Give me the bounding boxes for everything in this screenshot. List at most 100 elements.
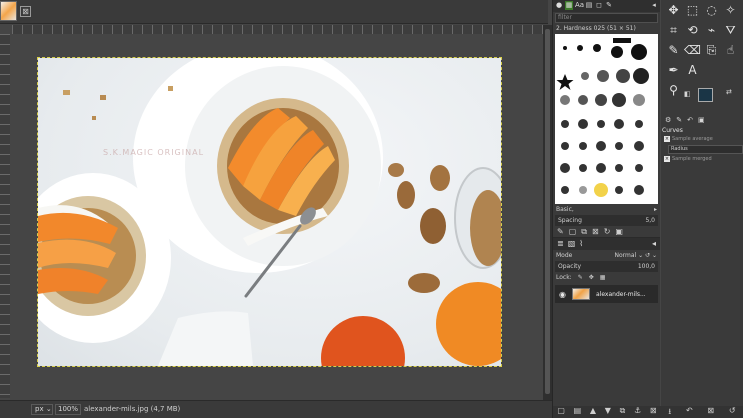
pattern-tab-icon[interactable]: ▦ — [565, 1, 573, 10]
undo-history-tab-icon[interactable]: ↶ — [687, 116, 693, 127]
duplicate-layer-icon[interactable]: ⧉ — [620, 406, 626, 418]
visibility-eye-icon[interactable]: ◉ — [559, 290, 566, 299]
paths-tab-icon[interactable]: ⌇ — [579, 239, 583, 249]
tool-options-tab-icon[interactable]: ⚙ — [665, 116, 671, 127]
opacity-row[interactable]: Opacity 100,0 — [555, 261, 658, 272]
close-icon[interactable]: ⊠ — [20, 6, 31, 17]
image-tab-bar: ⊠ — [0, 0, 548, 24]
vertical-ruler — [0, 34, 10, 398]
food-photo-illustration — [38, 58, 501, 366]
raise-layer-icon[interactable]: ▲ — [590, 406, 596, 418]
reset-options-icon[interactable]: ↺ — [729, 406, 736, 418]
brush-delete-icon[interactable]: ⊠ — [592, 227, 599, 236]
tool-options-title: Curves — [662, 127, 683, 134]
new-group-icon[interactable]: ▤ — [574, 406, 582, 418]
scrollbar-thumb[interactable] — [545, 29, 550, 394]
text-tool-icon[interactable]: A — [684, 62, 701, 79]
layer-row[interactable]: ◉ alexander-mils... — [555, 285, 658, 303]
bucket-fill-tool-icon[interactable]: ⛛ — [722, 22, 739, 39]
tool-options-action-row: ⭳ ↶ ⊠ ↺ — [661, 406, 743, 418]
file-info: alexander-mils.jpg (4,7 MB) — [84, 405, 181, 413]
brush-open-icon[interactable]: ▣ — [615, 227, 623, 236]
lock-alpha-icon[interactable]: ▦ — [600, 274, 606, 281]
clone-tool-icon[interactable]: ⎘ — [703, 42, 720, 59]
fuzzy-select-tool-icon[interactable]: ✧ — [722, 2, 739, 19]
spacing-value[interactable]: 5,0 — [645, 217, 655, 224]
image-canvas[interactable]: S.K.MAGIC ORIGINAL — [37, 57, 502, 367]
image-tab-thumbnail[interactable] — [0, 1, 17, 21]
toolbox: ✥ ⬚ ◌ ✧ ⌗ ⟲ ⌁ ⛛ ✎ ⌫ ⎘ ☝ ✒ A ⚲ ◧ ⇄ — [661, 0, 743, 418]
layers-action-row: ▢ ▤ ▲ ▼ ⧉ ⚓ ⊠ — [553, 406, 661, 418]
anchor-layer-icon[interactable]: ⚓ — [634, 406, 641, 418]
swap-colors-icon[interactable]: ⇄ — [726, 88, 732, 96]
delete-options-icon[interactable]: ⊠ — [707, 406, 714, 418]
spacing-label: Spacing — [558, 217, 582, 224]
layer-mode-row[interactable]: Mode Normal ⌄ ↺ ⌄ — [553, 250, 660, 261]
move-tool-icon[interactable]: ✥ — [665, 2, 682, 19]
brush-filter-field[interactable]: filter — [555, 13, 658, 23]
channels-tab-icon[interactable]: ▧ — [568, 239, 576, 249]
tool-grid: ✥ ⬚ ◌ ✧ ⌗ ⟲ ⌁ ⛛ ✎ ⌫ ⎘ ☝ ✒ A ⚲ — [665, 2, 741, 99]
sample-merged-option[interactable]: × Sample merged — [664, 156, 712, 162]
brush-tab-icon[interactable]: ● — [555, 1, 563, 10]
brush-refresh-icon[interactable]: ↻ — [604, 227, 611, 236]
dock-menu-icon[interactable]: ◂ — [650, 1, 658, 10]
mode-select[interactable]: Normal ⌄ ↺ ⌄ — [614, 252, 657, 259]
layers-menu-icon[interactable]: ◂ — [652, 239, 656, 249]
font-tab-icon[interactable]: Aa — [575, 1, 584, 10]
layer-name[interactable]: alexander-mils... — [596, 291, 646, 298]
brush-grid[interactable] — [555, 34, 658, 204]
lock-position-icon[interactable]: ✥ — [589, 274, 594, 281]
brush-swatches — [556, 38, 649, 197]
paintbrush-tool-icon[interactable]: ✎ — [665, 42, 682, 59]
rect-select-tool-icon[interactable]: ⬚ — [684, 2, 701, 19]
preset-expand-icon[interactable]: ▸ — [654, 206, 657, 213]
path-tool-icon[interactable]: ✒ — [665, 62, 682, 79]
vertical-scrollbar[interactable] — [543, 25, 552, 400]
opacity-label: Opacity — [558, 263, 582, 270]
unit-select[interactable]: px ⌄ — [31, 404, 53, 415]
history-tab-icon[interactable]: ◻ — [595, 1, 603, 10]
device-status-tab-icon[interactable]: ✎ — [676, 116, 682, 127]
smudge-tool-icon[interactable]: ☝ — [722, 42, 739, 59]
eraser-tool-icon[interactable]: ⌫ — [684, 42, 701, 59]
sample-merged-checkbox[interactable]: × — [664, 156, 670, 162]
tool-options-tabs: ⚙ ✎ ↶ ▣ — [662, 116, 742, 127]
opacity-value[interactable]: 100,0 — [638, 263, 655, 270]
brush-new-icon[interactable]: ▢ — [569, 227, 577, 236]
spacing-row[interactable]: Spacing 5,0 — [555, 215, 658, 226]
brush-edit-icon[interactable]: ✎ — [557, 227, 564, 236]
layer-thumbnail — [571, 288, 590, 300]
lock-pixels-icon[interactable]: ✎ — [578, 274, 583, 281]
layers-dock-tabs: ≣ ▧ ⌇ ◂ — [553, 238, 660, 250]
reset-colors-icon[interactable]: ◧ — [684, 90, 691, 98]
sample-average-option[interactable]: × Sample average — [664, 136, 713, 142]
zoom-select[interactable]: 100% ⌄ — [55, 404, 81, 418]
brush-duplicate-icon[interactable]: ⧉ — [581, 227, 587, 236]
layers-tab-icon[interactable]: ≣ — [557, 239, 564, 249]
restore-options-icon[interactable]: ↶ — [686, 406, 693, 418]
brushes-dock-tabs: ● ▦ Aa ▤ ◻ ✎ ◂ — [553, 0, 660, 12]
delete-layer-icon[interactable]: ⊠ — [650, 406, 657, 418]
radius-field[interactable]: Radius — [668, 145, 743, 154]
save-options-icon[interactable]: ⭳ — [668, 406, 671, 418]
brush-preset-label: Basic, — [556, 206, 574, 213]
new-layer-icon[interactable]: ▢ — [557, 406, 565, 418]
lasso-tool-icon[interactable]: ◌ — [703, 2, 720, 19]
brush-preset-row[interactable]: Basic, ▸ — [553, 204, 660, 215]
lower-layer-icon[interactable]: ▼ — [605, 406, 611, 418]
magnify-tool-icon[interactable]: ⚲ — [665, 82, 682, 99]
lock-label: Lock: — [556, 274, 572, 281]
sample-average-checkbox[interactable]: × — [664, 136, 670, 142]
status-bar: px ⌄ 100% ⌄ alexander-mils.jpg (4,7 MB) — [0, 400, 552, 418]
warp-tool-icon[interactable]: ⌁ — [703, 22, 720, 39]
document-tab-icon[interactable]: ▤ — [585, 1, 593, 10]
brush-title: 2. Hardness 025 (51 × 51) — [556, 25, 636, 32]
foreground-color[interactable] — [698, 88, 713, 102]
paint-tab-icon[interactable]: ✎ — [605, 1, 613, 10]
rotate-tool-icon[interactable]: ⟲ — [684, 22, 701, 39]
crop-tool-icon[interactable]: ⌗ — [665, 22, 682, 39]
images-tab-icon[interactable]: ▣ — [698, 116, 705, 127]
layers-list-empty-area[interactable] — [553, 305, 660, 395]
brushes-layers-dock: ● ▦ Aa ▤ ◻ ✎ ◂ filter 2. Hardness 025 (5… — [552, 0, 661, 418]
